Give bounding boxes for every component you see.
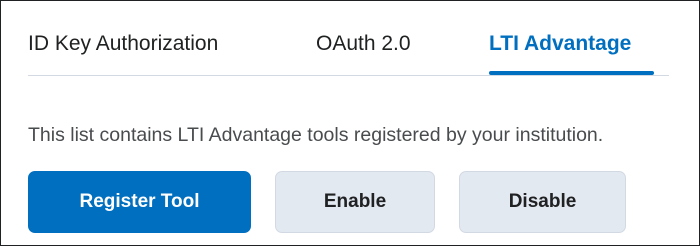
tab-divider: [28, 75, 669, 76]
tab-id-key-authorization[interactable]: ID Key Authorization: [28, 31, 218, 57]
tab-lti-advantage[interactable]: LTI Advantage: [489, 31, 631, 57]
disable-button[interactable]: Disable: [459, 171, 626, 233]
tab-bar: ID Key Authorization OAuth 2.0 LTI Advan…: [1, 1, 669, 77]
tab-oauth-2[interactable]: OAuth 2.0: [316, 31, 411, 57]
description-text: This list contains LTI Advantage tools r…: [28, 124, 604, 146]
register-tool-button[interactable]: Register Tool: [28, 171, 251, 233]
lti-panel: ID Key Authorization OAuth 2.0 LTI Advan…: [0, 0, 700, 246]
enable-button[interactable]: Enable: [275, 171, 435, 233]
